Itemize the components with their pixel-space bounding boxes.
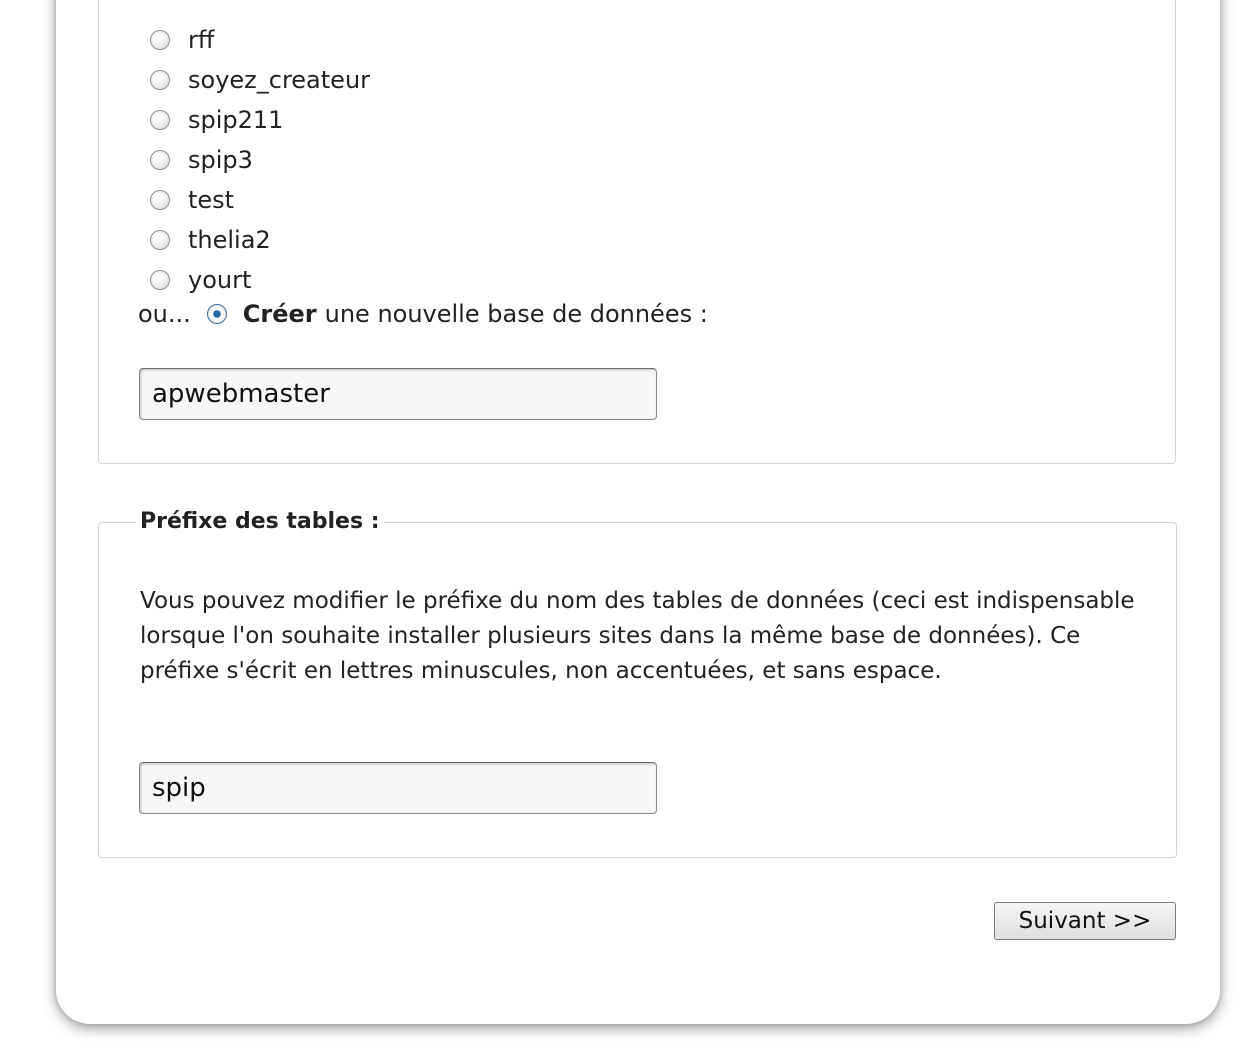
radio-button[interactable] xyxy=(150,230,170,250)
create-database-radio[interactable] xyxy=(206,304,227,324)
database-option-thelia2[interactable]: thelia2 xyxy=(150,220,370,260)
database-option-label: spip211 xyxy=(188,106,284,134)
table-prefix-legend: Préfixe des tables : xyxy=(136,509,384,534)
create-label-text: une nouvelle base de données : xyxy=(324,300,708,328)
database-option-label: test xyxy=(188,186,235,214)
database-option-rff[interactable]: rff xyxy=(150,20,370,60)
table-prefix-description: Vous pouvez modifier le préfixe du nom d… xyxy=(140,588,1135,684)
database-option-spip211[interactable]: spip211 xyxy=(150,100,370,140)
radio-button[interactable] xyxy=(150,270,170,290)
database-option-label: thelia2 xyxy=(188,226,271,254)
or-label: ou... xyxy=(138,300,191,328)
database-radio-list: rff soyez_createur spip211 spip3 test th… xyxy=(150,20,370,300)
new-database-name-input[interactable] xyxy=(139,368,657,420)
database-option-label: soyez_createur xyxy=(188,66,371,94)
radio-button[interactable] xyxy=(150,30,170,50)
database-option-soyez-createur[interactable]: soyez_createur xyxy=(150,60,370,100)
radio-button[interactable] xyxy=(150,150,170,170)
radio-button[interactable] xyxy=(150,70,170,90)
next-button[interactable]: Suivant >> xyxy=(994,902,1176,940)
table-prefix-input[interactable] xyxy=(139,762,657,814)
radio-button[interactable] xyxy=(150,110,170,130)
database-option-test[interactable]: test xyxy=(150,180,370,220)
create-label-strong: Créer xyxy=(242,300,317,328)
database-option-label: yourt xyxy=(188,266,252,294)
database-option-spip3[interactable]: spip3 xyxy=(150,140,370,180)
database-option-label: rff xyxy=(188,26,215,54)
create-database-option[interactable]: ou... Créer une nouvelle base de données… xyxy=(138,294,708,334)
radio-button[interactable] xyxy=(150,190,170,210)
database-option-label: spip3 xyxy=(188,146,253,174)
